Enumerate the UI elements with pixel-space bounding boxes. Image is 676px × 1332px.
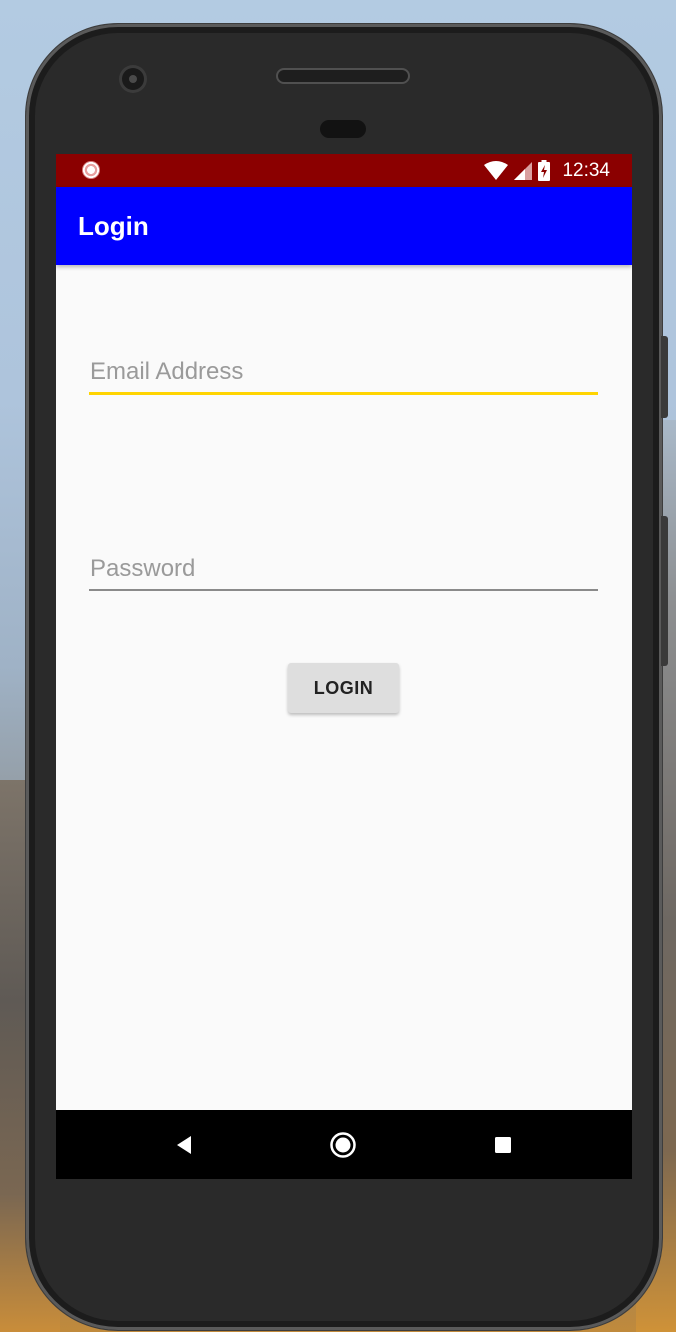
navigation-bar bbox=[56, 1110, 632, 1179]
status-bar: 12:34 bbox=[56, 154, 632, 187]
email-field-underline bbox=[89, 392, 598, 395]
proximity-sensor bbox=[320, 120, 366, 138]
recents-icon bbox=[495, 1136, 511, 1153]
status-icons: 12:34 bbox=[484, 154, 610, 187]
recents-button[interactable] bbox=[473, 1110, 533, 1179]
wifi-icon bbox=[484, 160, 509, 181]
status-time: 12:34 bbox=[562, 159, 610, 181]
app-title: Login bbox=[78, 211, 149, 241]
email-field[interactable] bbox=[89, 358, 598, 392]
login-button[interactable]: LOGIN bbox=[288, 663, 399, 713]
email-field-container bbox=[89, 358, 598, 395]
earpiece-speaker bbox=[278, 70, 408, 82]
home-button[interactable] bbox=[313, 1110, 373, 1179]
battery-charging-icon bbox=[538, 160, 551, 181]
password-field-container bbox=[89, 555, 598, 591]
cellular-signal-icon bbox=[514, 161, 533, 180]
app-bar: Login bbox=[56, 187, 632, 265]
power-button bbox=[661, 336, 668, 418]
back-icon bbox=[177, 1135, 191, 1154]
password-field-underline bbox=[89, 589, 598, 591]
password-field[interactable] bbox=[89, 555, 598, 589]
notification-icon bbox=[82, 161, 100, 179]
front-camera bbox=[122, 68, 144, 90]
home-icon bbox=[330, 1131, 356, 1158]
volume-button bbox=[661, 516, 668, 666]
back-button[interactable] bbox=[154, 1110, 214, 1179]
device-screen: 12:34 Login LOGIN bbox=[56, 154, 632, 1179]
